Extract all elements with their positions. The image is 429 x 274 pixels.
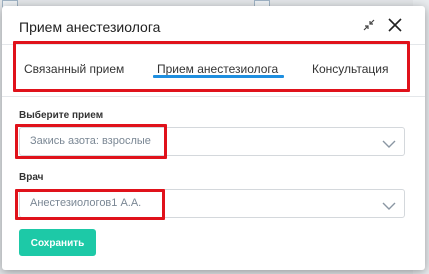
- close-icon[interactable]: [386, 16, 404, 34]
- appointment-label: Выберите прием: [19, 110, 104, 121]
- save-button[interactable]: Сохранить: [19, 229, 96, 256]
- tab-consultation[interactable]: Консультация: [312, 62, 388, 76]
- doctor-label: Врач: [19, 172, 44, 183]
- appointment-select-value: Закись азота: взрослые: [30, 135, 151, 147]
- active-tab-indicator: [153, 75, 284, 78]
- chevron-down-icon: [382, 198, 396, 216]
- collapse-arrows-icon[interactable]: [360, 16, 378, 34]
- dialog-titlebar: Прием анестезиолога: [2, 6, 425, 45]
- tab-anesthesiologist-appointment[interactable]: Прием анестезиолога: [157, 62, 278, 76]
- doctor-select[interactable]: Анестезиологов1 А.А.: [19, 189, 405, 218]
- tab-bar: Связанный прием Прием анестезиолога Конс…: [2, 44, 425, 97]
- chevron-down-icon: [382, 136, 396, 154]
- doctor-select-value: Анестезиологов1 А.А.: [30, 197, 142, 209]
- appointment-select[interactable]: Закись азота: взрослые: [19, 127, 405, 156]
- tab-linked-appointment[interactable]: Связанный прием: [24, 62, 124, 76]
- anesthesiologist-dialog: Прием анестезиолога Связанный прием Прие…: [2, 6, 425, 270]
- dialog-title: Прием анестезиолога: [19, 19, 161, 35]
